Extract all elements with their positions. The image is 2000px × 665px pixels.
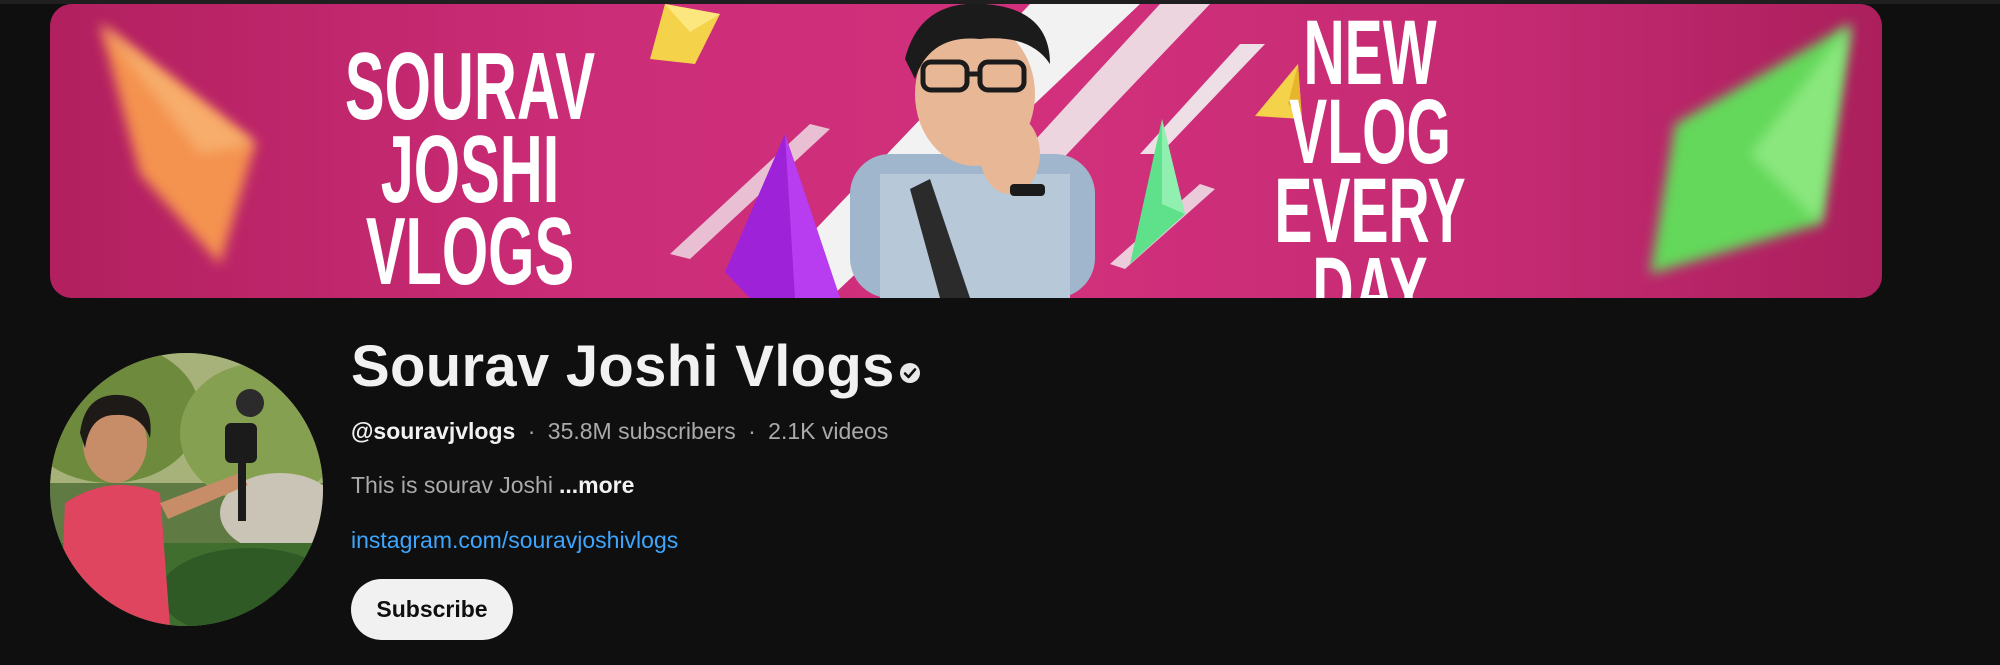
- meta-separator: ·: [748, 418, 756, 444]
- avatar-photo: [50, 353, 323, 626]
- meta-separator: ·: [527, 418, 536, 444]
- banner-artwork: [100, 4, 1850, 298]
- channel-handle: @souravjvlogs: [351, 418, 516, 444]
- channel-name: Sourav Joshi Vlogs: [351, 334, 895, 399]
- instagram-link[interactable]: instagram.com/souravjoshivlogs: [351, 527, 678, 554]
- banner-title-left: SOURAV JOSHI VLOGS: [343, 39, 597, 298]
- channel-meta: @souravjvlogs · 35.8M subscribers · 2.1K…: [351, 418, 888, 445]
- channel-avatar[interactable]: [50, 353, 323, 626]
- more-link[interactable]: ...more: [559, 472, 634, 498]
- subscribe-button[interactable]: Subscribe: [351, 579, 513, 640]
- description-text: This is sourav Joshi: [351, 472, 553, 498]
- channel-description[interactable]: This is sourav Joshi ...more: [351, 472, 634, 499]
- verified-check-icon: [900, 363, 920, 383]
- banner-title-right: NEW VLOG EVERY DAY: [1265, 7, 1476, 298]
- channel-banner: SOURAV JOSHI VLOGS NEW VLOG EVERY DAY: [50, 4, 1882, 298]
- banner-left-line-3: VLOGS: [365, 198, 575, 298]
- video-count: 2.1K videos: [768, 418, 889, 444]
- channel-header-page: SOURAV JOSHI VLOGS NEW VLOG EVERY DAY So…: [0, 0, 2000, 665]
- subscriber-count: 35.8M subscribers: [547, 418, 736, 444]
